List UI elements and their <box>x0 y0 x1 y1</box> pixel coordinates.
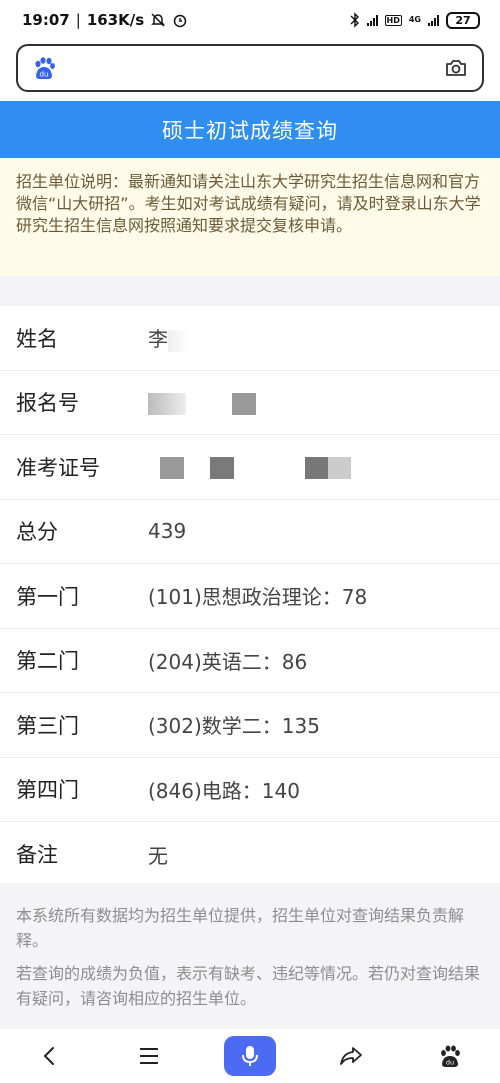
redacted-block <box>148 392 186 415</box>
baidu-paw-icon: du <box>441 1045 461 1067</box>
network-type: 4G <box>408 15 421 24</box>
row-name: 姓名 李 <box>0 306 500 371</box>
row-label: 第一门 <box>16 584 79 609</box>
baidu-logo-icon[interactable]: du <box>32 56 56 80</box>
row-label: 第二门 <box>16 649 79 674</box>
row-label: 准考证号 <box>16 455 100 480</box>
svg-text:du: du <box>40 71 49 79</box>
row-subject-2: 第二门 (204)英语二：86 <box>0 629 500 693</box>
redacted-block <box>168 329 190 352</box>
score-table: 姓名 李 报名号 准考证号 总分 439 第一门 (101)思想政治理论：78 … <box>0 306 500 887</box>
status-bar: 19:07 | 163K/s HD 4G 27 <box>0 0 500 40</box>
signal-icon-2 <box>428 14 439 26</box>
disclaimer-text-2: 若查询的成绩为负值，表示有缺考、违纪等情况。若仍对查询结果有疑问，请咨询相应的招… <box>16 964 481 1008</box>
redacted-block <box>304 457 351 479</box>
share-button[interactable] <box>326 1036 376 1076</box>
hd-badge: HD <box>384 14 402 26</box>
row-subject-3: 第三门 (302)数学二：135 <box>0 693 500 758</box>
row-remark: 备注 无 <box>0 822 500 887</box>
row-total-score: 总分 439 <box>0 500 500 564</box>
chevron-left-icon <box>43 1047 54 1065</box>
row-registration-number: 报名号 <box>0 371 500 435</box>
row-label: 备注 <box>16 843 58 868</box>
row-value: 无 <box>148 843 168 868</box>
row-value: (101)思想政治理论：78 <box>148 585 368 610</box>
browser-address-bar[interactable]: du <box>16 44 484 92</box>
row-label: 总分 <box>16 520 58 545</box>
row-value <box>148 390 257 415</box>
svg-text:du: du <box>446 1059 454 1067</box>
disclaimer-text-1: 本系统所有数据均为招生单位提供，招生单位对查询结果负责解释。 <box>16 906 465 950</box>
row-exam-ticket-number: 准考证号 <box>0 435 500 500</box>
signal-icon <box>366 14 378 26</box>
camera-icon[interactable] <box>444 56 468 80</box>
baidu-home-button[interactable]: du <box>425 1036 475 1076</box>
network-speed: 163K/s <box>86 11 145 29</box>
back-button[interactable] <box>25 1036 75 1076</box>
mute-bell-icon <box>151 13 165 27</box>
notice-text: 招生单位说明：最新通知请关注山东大学研究生招生信息网和官方微信“山大研招”。考生… <box>0 158 500 276</box>
row-label: 报名号 <box>16 391 79 416</box>
row-value: 李 <box>148 323 190 352</box>
row-value: 439 <box>148 519 187 544</box>
bluetooth-icon <box>350 12 359 28</box>
menu-button[interactable] <box>124 1036 174 1076</box>
microphone-icon <box>241 1046 258 1066</box>
section-divider <box>0 276 500 306</box>
row-subject-1: 第一门 (101)思想政治理论：78 <box>0 564 500 629</box>
clock: 19:07 <box>22 11 70 29</box>
voice-search-button[interactable] <box>223 1036 276 1076</box>
redacted-block <box>210 457 235 479</box>
row-value: (204)英语二：86 <box>148 649 308 674</box>
alarm-icon <box>173 14 187 28</box>
disclaimer: 本系统所有数据均为招生单位提供，招生单位对查询结果负责解释。 若查询的成绩为负值… <box>0 883 500 1029</box>
row-label: 第四门 <box>16 778 79 803</box>
row-value: (846)电路：140 <box>148 778 300 803</box>
row-label: 第三门 <box>16 713 79 738</box>
row-value: (302)数学二：135 <box>148 714 320 739</box>
browser-bottom-bar: du <box>0 1029 500 1083</box>
row-value <box>148 455 351 479</box>
redacted-block <box>232 392 257 415</box>
page-title: 硕士初试成绩查询 <box>0 101 500 158</box>
row-subject-4: 第四门 (846)电路：140 <box>0 758 500 822</box>
battery-indicator: 27 <box>446 11 480 29</box>
share-icon <box>339 1047 362 1065</box>
menu-icon <box>140 1048 159 1064</box>
row-label: 姓名 <box>16 326 58 351</box>
redacted-block <box>160 457 184 479</box>
